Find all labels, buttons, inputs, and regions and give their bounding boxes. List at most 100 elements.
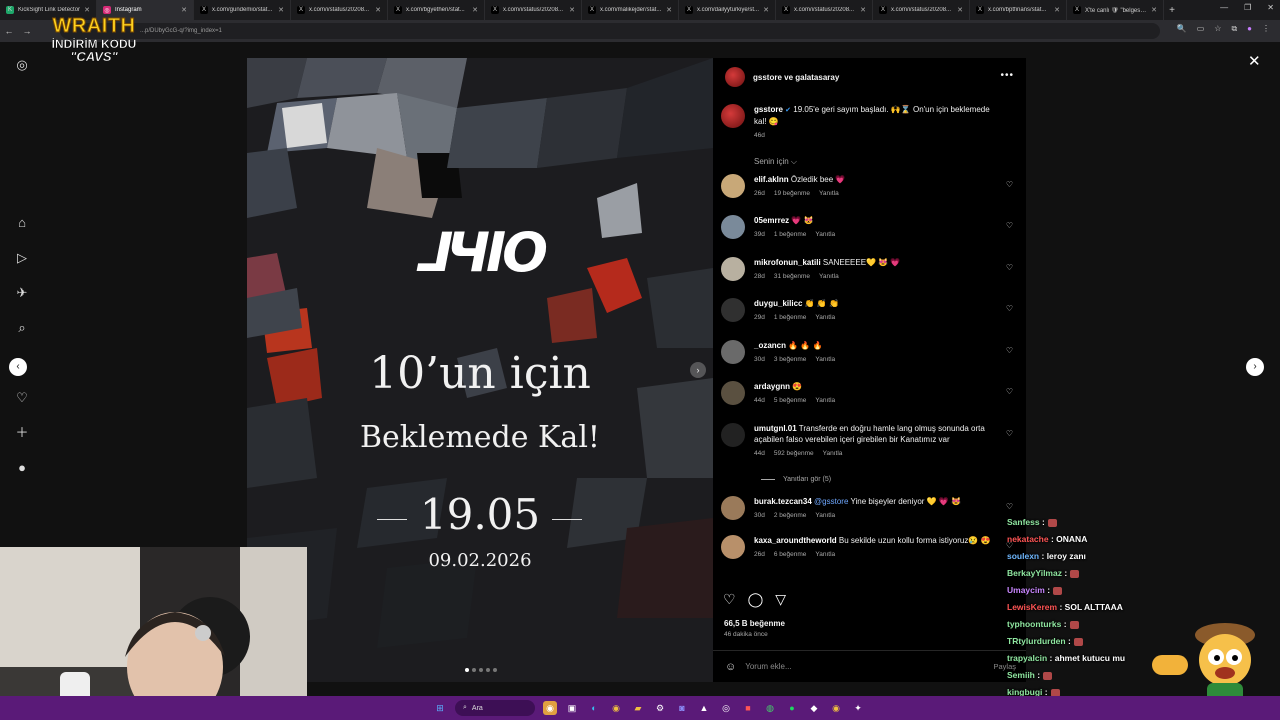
tab-close-icon[interactable]: ✕ — [472, 6, 478, 14]
chat-username[interactable]: LewisKerem — [1007, 602, 1057, 612]
comment-like-icon[interactable]: ♡ — [1006, 387, 1013, 396]
comment-username[interactable]: 05emrrez — [754, 216, 789, 225]
chat-username[interactable]: Semiih — [1007, 670, 1035, 680]
settings-icon[interactable]: ⚙ — [653, 701, 667, 715]
tab-close-icon[interactable]: ✕ — [957, 6, 963, 14]
zoom-icon[interactable]: 🔍 — [1177, 24, 1187, 34]
comment-like-icon[interactable]: ♡ — [1006, 346, 1013, 355]
home-icon[interactable]: ⌂ — [13, 214, 31, 232]
widget-icon[interactable]: ◉ — [543, 701, 557, 715]
more-options-icon[interactable]: ••• — [1000, 70, 1014, 81]
extensions-icon[interactable]: ⧉ — [1231, 24, 1237, 34]
comment-username[interactable]: elif.aklnn — [754, 175, 789, 184]
menu-icon[interactable]: ⋮ — [1262, 24, 1270, 34]
create-icon[interactable]: ＋ — [13, 424, 31, 442]
browser-tab[interactable]: Xx.com/dailyyturkiye/st... ✕ — [679, 0, 776, 20]
tab-close-icon[interactable]: ✕ — [860, 6, 866, 14]
whatsapp-icon[interactable]: ◍ — [763, 701, 777, 715]
tab-close-icon[interactable]: ✕ — [1054, 6, 1060, 14]
app-icon[interactable]: ▲ — [697, 701, 711, 715]
comment-username[interactable]: duygu_kilicc — [754, 299, 802, 308]
comment-username[interactable]: umutgnl.01 — [754, 424, 797, 433]
browser-tab[interactable]: Xx.com/i/status/20208... ✕ — [873, 0, 970, 20]
view-replies-link[interactable]: Yanıtları gör (5) — [761, 476, 831, 483]
tab-close-icon[interactable]: ✕ — [181, 6, 187, 14]
comment-like-icon[interactable]: ♡ — [1006, 221, 1013, 230]
comment-username[interactable]: kaxa_aroundtheworld — [754, 536, 837, 545]
comment-mention[interactable]: @gsstore — [814, 497, 848, 506]
comment-like-icon[interactable]: ♡ — [1006, 180, 1013, 189]
share-icon[interactable]: ▽ — [775, 591, 786, 608]
chat-username[interactable]: BerkayYilmaz — [1007, 568, 1062, 578]
comment-reply-link[interactable]: Yanıtla — [823, 448, 843, 459]
address-bar[interactable]: ...p/DUbyGcG-q/?img_index=1 — [60, 23, 1160, 39]
commenter-avatar[interactable] — [721, 496, 745, 520]
comment-reply-link[interactable]: Yanıtla — [815, 395, 835, 406]
carousel-next-button[interactable]: › — [690, 362, 706, 378]
comment-reply-link[interactable]: Yanıtla — [815, 312, 835, 323]
commenter-avatar[interactable] — [721, 298, 745, 322]
star-icon[interactable]: ☆ — [1214, 24, 1221, 34]
comment-likes[interactable]: 5 beğenme — [774, 395, 807, 406]
spotify-icon[interactable]: ● — [785, 701, 799, 715]
notifications-icon[interactable]: ♡ — [13, 389, 31, 407]
reels-icon[interactable]: ▷ — [13, 249, 31, 267]
comment-sort-dropdown[interactable]: Senin için ⌵ — [754, 157, 797, 167]
comment-reply-link[interactable]: Yanıtla — [815, 510, 835, 521]
comment-reply-link[interactable]: Yanıtla — [819, 188, 839, 199]
maximize-icon[interactable]: ❐ — [1244, 3, 1251, 12]
cast-icon[interactable]: ▭ — [1197, 24, 1205, 34]
commenter-avatar[interactable] — [721, 423, 745, 447]
chat-username[interactable]: typhoonturks — [1007, 619, 1061, 629]
next-post-button[interactable]: › — [1246, 358, 1264, 376]
direct-icon[interactable]: ✈ — [13, 284, 31, 302]
comment-likes[interactable]: 1 beğenme — [774, 312, 807, 323]
tab-close-icon[interactable]: ✕ — [569, 6, 575, 14]
commenter-avatar[interactable] — [721, 340, 745, 364]
discord-icon[interactable]: ◙ — [675, 701, 689, 715]
commenter-avatar[interactable] — [721, 381, 745, 405]
commenter-avatar[interactable] — [721, 174, 745, 198]
comment-username[interactable]: _ozancn — [754, 341, 786, 350]
chat-username[interactable]: TRtylurdurden — [1007, 636, 1066, 646]
tab-close-icon[interactable]: ✕ — [1151, 6, 1157, 14]
chat-username[interactable]: nekatache — [1007, 534, 1049, 544]
edge-icon[interactable]: ◐ — [587, 701, 601, 715]
comment-reply-link[interactable]: Yanıtla — [815, 229, 835, 240]
chrome-icon[interactable]: ◉ — [829, 701, 843, 715]
comment-likes[interactable]: 592 beğenme — [774, 448, 814, 459]
caption-avatar[interactable] — [721, 104, 745, 128]
comment-likes[interactable]: 6 beğenme — [774, 549, 807, 560]
task-view-icon[interactable]: ▣ — [565, 701, 579, 715]
chat-username[interactable]: trapyalcin — [1007, 653, 1047, 663]
browser-tab[interactable]: Xx.com/i/status/20208... ✕ — [291, 0, 388, 20]
close-modal-icon[interactable]: ✕ — [1248, 52, 1261, 70]
comment-icon[interactable]: ◯ — [748, 591, 764, 608]
commenter-avatar[interactable] — [721, 257, 745, 281]
tab-close-icon[interactable]: ✕ — [375, 6, 381, 14]
browser-tab[interactable]: Xx.com/i/status/20208... ✕ — [485, 0, 582, 20]
comment-username[interactable]: mikrofonun_katili — [754, 258, 821, 267]
browser-tab[interactable]: Xx.com/malikejder/stat... ✕ — [582, 0, 679, 20]
browser-tab[interactable]: X X'te canlı 🛡 "belgese... ✕ — [1067, 0, 1164, 20]
chat-username[interactable]: Sanfess — [1007, 517, 1040, 527]
likes-count[interactable]: 66,5 B beğenme — [724, 619, 785, 628]
back-icon[interactable]: ← — [0, 26, 18, 36]
like-icon[interactable]: ♡ — [723, 591, 736, 608]
windows-start-icon[interactable]: ⊞ — [433, 701, 447, 715]
chrome-icon[interactable]: ◉ — [609, 701, 623, 715]
tab-close-icon[interactable]: ✕ — [84, 6, 90, 14]
new-tab-icon[interactable]: + — [1164, 5, 1180, 16]
post-authors[interactable]: gsstore ve galatasaray — [753, 73, 839, 82]
profile-avatar-icon[interactable]: ● — [13, 459, 31, 477]
browser-tab[interactable]: Xx.com/bptfinans/stat... ✕ — [970, 0, 1067, 20]
commenter-avatar[interactable] — [721, 215, 745, 239]
comment-likes[interactable]: 1 beğenme — [774, 229, 807, 240]
add-comment-input[interactable]: Yorum ekle... — [745, 662, 791, 671]
comment-like-icon[interactable]: ♡ — [1006, 263, 1013, 272]
comment-likes[interactable]: 31 beğenme — [774, 271, 810, 282]
browser-tab[interactable]: Xx.com/bgyethen/stat... ✕ — [388, 0, 485, 20]
file-explorer-icon[interactable]: ▰ — [631, 701, 645, 715]
forward-icon[interactable]: → — [18, 26, 36, 36]
app-icon[interactable]: ◆ — [807, 701, 821, 715]
